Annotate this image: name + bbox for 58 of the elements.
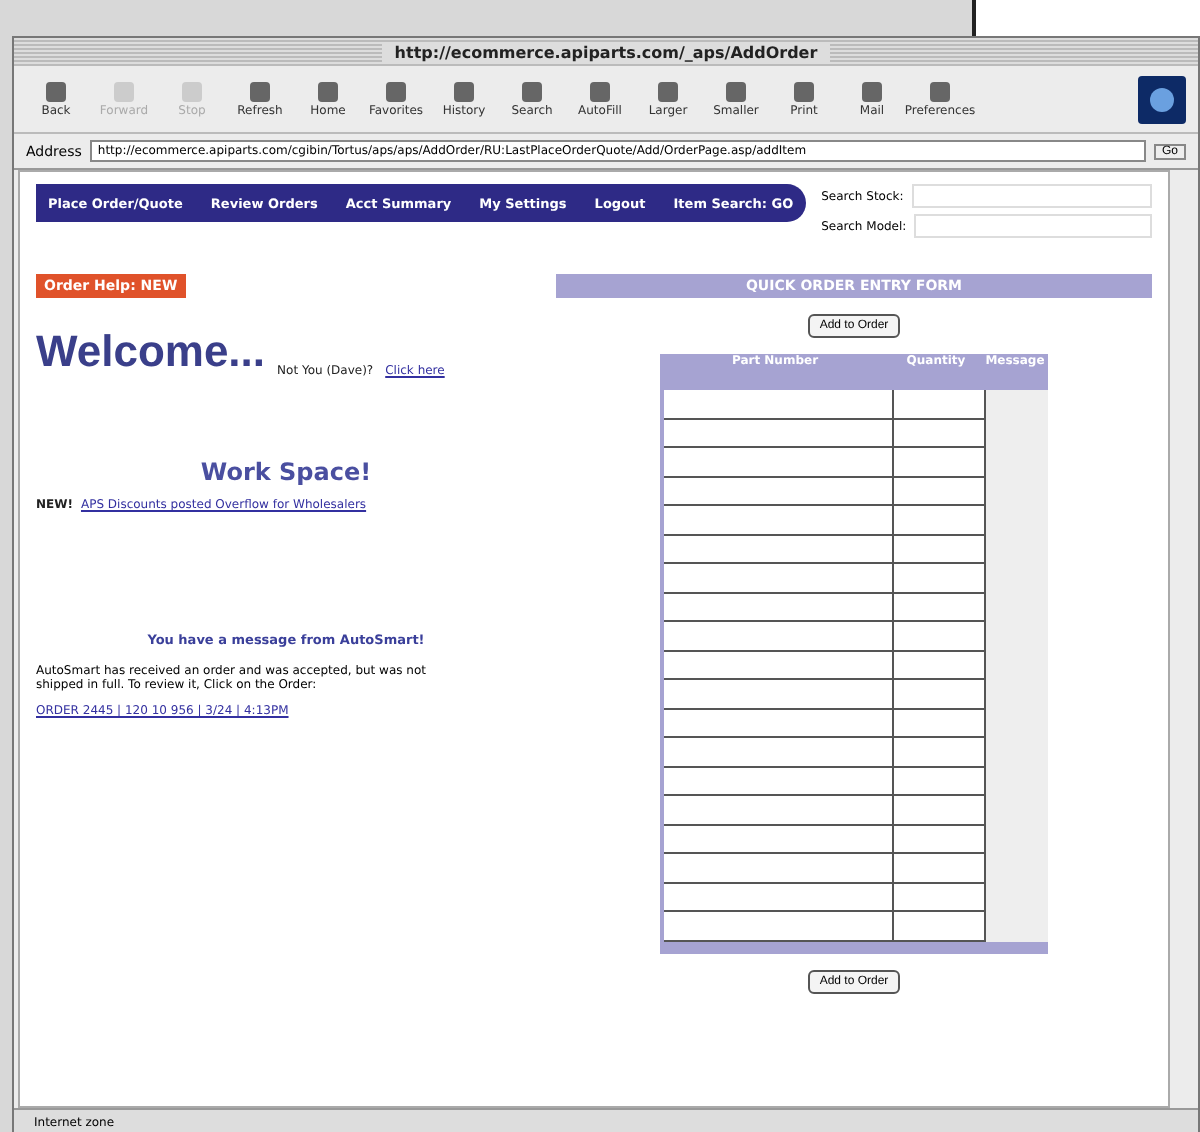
toolbar-icon xyxy=(246,80,274,104)
order-input[interactable] xyxy=(664,390,894,419)
toolbar-icon xyxy=(314,80,342,104)
order-input[interactable] xyxy=(894,593,986,622)
toolbar-icon xyxy=(518,80,546,104)
order-input[interactable] xyxy=(894,912,986,941)
order-input[interactable] xyxy=(894,854,986,883)
order-input[interactable] xyxy=(894,506,986,535)
toolbar-icon xyxy=(178,80,206,104)
order-input[interactable] xyxy=(664,912,894,941)
toolbar-icon xyxy=(858,80,886,104)
order-input[interactable] xyxy=(894,477,986,506)
order-input[interactable] xyxy=(664,593,894,622)
workspace-heading: Work Space! xyxy=(200,458,372,486)
order-input[interactable] xyxy=(664,419,894,448)
order-input[interactable] xyxy=(894,709,986,738)
order-input[interactable] xyxy=(894,535,986,564)
order-input[interactable] xyxy=(894,680,986,709)
order-input[interactable] xyxy=(664,709,894,738)
toolbar-icon xyxy=(654,80,682,104)
logo-icon xyxy=(1138,75,1186,123)
order-input[interactable] xyxy=(664,535,894,564)
order-input[interactable] xyxy=(664,506,894,535)
order-input[interactable] xyxy=(664,825,894,854)
order-input[interactable] xyxy=(664,448,894,477)
order-input[interactable] xyxy=(894,448,986,477)
order-input[interactable] xyxy=(894,796,986,825)
order-input[interactable] xyxy=(664,767,894,796)
order-input[interactable] xyxy=(894,564,986,593)
order-input[interactable] xyxy=(664,622,894,651)
order-input[interactable] xyxy=(664,564,894,593)
order-input[interactable] xyxy=(894,883,986,912)
toolbar-icon xyxy=(926,80,954,104)
order-input[interactable] xyxy=(664,651,894,680)
order-input[interactable] xyxy=(664,738,894,767)
toolbar-icon xyxy=(110,80,138,104)
toolbar-icon xyxy=(450,80,478,104)
order-input[interactable] xyxy=(894,651,986,680)
order-input[interactable] xyxy=(894,390,986,419)
toolbar-icon xyxy=(790,80,818,104)
welcome-heading: Welcome... xyxy=(36,326,266,378)
order-input[interactable] xyxy=(664,883,894,912)
order-input[interactable] xyxy=(664,854,894,883)
order-input[interactable] xyxy=(894,622,986,651)
order-input[interactable] xyxy=(894,738,986,767)
order-input[interactable] xyxy=(664,796,894,825)
order-input[interactable] xyxy=(664,680,894,709)
order-input[interactable] xyxy=(894,825,986,854)
order-input[interactable] xyxy=(894,419,986,448)
toolbar-icon xyxy=(722,80,750,104)
order-input[interactable] xyxy=(664,477,894,506)
toolbar-icon xyxy=(586,80,614,104)
order-input[interactable] xyxy=(894,767,986,796)
toolbar-icon xyxy=(42,80,70,104)
toolbar-icon xyxy=(382,80,410,104)
window-title: http://ecommerce.apiparts.com/_aps/AddOrder xyxy=(382,43,830,61)
search-field[interactable] xyxy=(911,184,1152,208)
search-field[interactable] xyxy=(914,214,1152,238)
